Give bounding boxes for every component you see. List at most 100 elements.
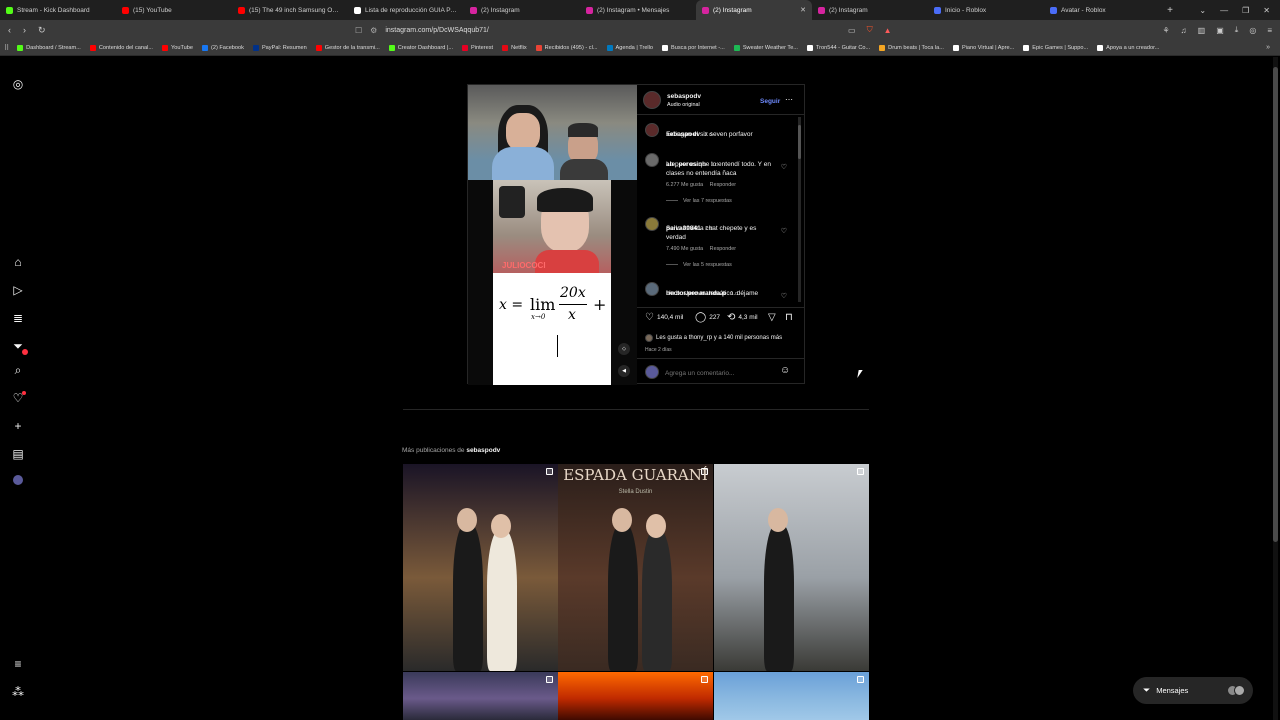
search-icon[interactable]: ⌕ [11,363,25,377]
bookmark-item[interactable]: PayPal: Resumen [252,44,307,51]
extensions-icon[interactable]: ⚘ [1163,26,1170,35]
url-bar[interactable]: ☐ ⚙ instagram.com/p/DcWSAqqub71/ [355,22,910,38]
browser-tab[interactable]: (2) Instagram [464,0,580,20]
messages-icon[interactable]: ≣ [11,311,25,325]
cast-icon[interactable]: ▭ [848,26,856,35]
remix-icon[interactable]: ◇ [618,343,630,355]
emoji-icon[interactable]: ☺ [780,365,790,376]
more-options-icon[interactable]: ⋯ [785,95,793,104]
bookmark-item[interactable]: Agenda | Trello [606,44,653,51]
browser-tab[interactable]: (2) Instagram [812,0,928,20]
page-scrollbar[interactable] [1273,57,1278,720]
reload-icon[interactable]: ↻ [38,25,46,36]
profile-avatar-icon[interactable] [13,475,23,485]
bookmark-item[interactable]: YouTube [162,44,193,51]
menu-icon[interactable]: ≡ [1267,26,1272,35]
browser-tab[interactable]: (2) Instagram • Mensajes [580,0,696,20]
like-comment-icon[interactable]: ♡ [781,227,787,235]
minimize-icon[interactable]: — [1220,6,1228,15]
bookmark-item[interactable]: Sweater Weather Te... [733,44,798,51]
browser-tab[interactable]: Inicio - Roblox [928,0,1044,20]
bookmark-item[interactable]: (2) Facebook [201,44,244,51]
reply-button[interactable]: Responder [710,246,736,252]
bookmark-item[interactable]: Drum beats | Toca la... [879,44,944,51]
comment-likes[interactable]: 6.277 Me gusta [666,182,703,188]
bookmark-item[interactable]: Recibidos (495) - cl... [535,44,598,51]
browser-tab[interactable]: (15) The 49 inch Samsung Odyssey [232,0,348,20]
bookmark-item[interactable]: Contenido del canal... [89,44,153,51]
wallet-icon[interactable]: ▣ [1216,26,1224,35]
comment-input[interactable] [665,366,775,380]
more-posts-user[interactable]: sebaspodv [466,447,500,454]
more-menu-icon[interactable]: ≡ [11,657,25,671]
bookmark-item[interactable]: Gestor de la transmi... [315,44,380,51]
like-comment-icon[interactable]: ♡ [781,163,787,171]
close-window-icon[interactable]: ✕ [1263,6,1270,15]
bookmark-item[interactable]: Piano Virtual | Apre... [952,44,1014,51]
bookmark-item[interactable]: Tron544 - Guitar Co... [806,44,870,51]
mute-icon[interactable]: ◀ [618,365,630,377]
apps-icon[interactable]: ⠿ [4,44,9,52]
reel-video[interactable]: JULIOCOCI x = lim x→0 20x x + ◇ ◀ [468,85,637,385]
grid-post-thumbnail[interactable] [403,672,558,720]
url-text[interactable]: instagram.com/p/DcWSAqqub71/ [385,27,489,34]
follow-button[interactable]: Seguir [760,98,780,105]
new-tab-button[interactable]: + [1160,5,1180,16]
liker-avatar[interactable] [645,334,653,343]
maximize-icon[interactable]: ❐ [1242,6,1249,15]
home-icon[interactable]: ⌂ [11,255,25,269]
forward-icon[interactable]: › [23,25,26,36]
audio-label[interactable]: Audio original [667,102,700,108]
direct-icon[interactable]: ⏷ [11,339,28,355]
liked-by[interactable]: Les gusta a thony_rp y a 140 mil persona… [656,334,782,343]
back-icon[interactable]: ‹ [8,25,11,36]
notifications-icon[interactable]: ♡ [11,391,26,405]
grid-post-thumbnail[interactable] [714,672,869,720]
author-username[interactable]: sebaspodv [667,93,701,100]
site-info-icon[interactable]: ⚙ [370,26,377,35]
browser-tab[interactable]: (2) Instagram ✕ [696,0,812,20]
rewards-icon[interactable]: ▲ [884,26,892,35]
save-button[interactable]: ⊓ [785,312,793,323]
view-replies[interactable]: Ver las 5 respuestas [683,262,732,268]
dashboard-icon[interactable]: ▤ [11,447,25,461]
browser-tab[interactable]: (15) YouTube [116,0,232,20]
grid-post-thumbnail[interactable] [714,464,869,671]
bookmark-item[interactable]: Apoya a un creador... [1097,44,1159,51]
reels-icon[interactable]: ▷ [11,283,25,297]
bookmark-item[interactable]: Epic Games | Suppo... [1023,44,1088,51]
create-icon[interactable]: + [11,419,25,433]
more-bookmarks-icon[interactable]: » [1266,44,1280,51]
comments-scrollbar[interactable] [798,117,801,302]
comment-button[interactable]: ◯ 227 [695,312,720,323]
view-replies[interactable]: Ver las 7 respuestas [683,198,732,204]
like-button[interactable]: ♡ 140,4 mil [645,312,683,323]
bookmark-item[interactable]: Creator Dashboard |... [388,44,453,51]
instagram-logo-icon[interactable]: ◎ [11,77,25,91]
messages-button[interactable]: ⏷ Mensajes [1133,677,1253,704]
browser-tab[interactable]: Lista de reproducción GUIA PARA [348,0,464,20]
music-icon[interactable]: ♫ [1181,26,1187,35]
repost-button[interactable]: ⟲ 4,3 mil [727,312,758,323]
grid-post-thumbnail[interactable]: ESPADA GUARANÍ Stella Dustin [558,464,713,671]
author-avatar[interactable] [643,91,661,109]
tab-search-icon[interactable]: ⌄ [1199,6,1206,15]
bookmark-item[interactable]: Busca por Internet -... [662,44,725,51]
commenter-avatar[interactable] [645,217,659,231]
reply-button[interactable]: Responder [710,182,736,188]
caption-avatar[interactable] [645,123,659,137]
comment-likes[interactable]: 7.490 Me gusta [666,246,703,252]
like-comment-icon[interactable]: ♡ [781,292,787,300]
bookmark-page-icon[interactable]: ☐ [355,26,362,35]
commenter-avatar[interactable] [645,282,659,296]
browser-tab[interactable]: Avatar - Roblox [1044,0,1160,20]
brave-shield-icon[interactable]: ⛉ [867,25,873,35]
sidebar-icon[interactable]: ▥ [1198,26,1206,35]
download-icon[interactable]: ⤓ [1235,25,1239,35]
bookmark-item[interactable]: Dashboard / Stream... [17,44,81,51]
bookmark-item[interactable]: Pinterest [462,44,493,51]
commenter-avatar[interactable] [645,153,659,167]
browser-tab[interactable]: Stream - Kick Dashboard [0,0,116,20]
vpn-icon[interactable]: ◎ [1249,26,1256,35]
close-tab-icon[interactable]: ✕ [800,6,806,14]
